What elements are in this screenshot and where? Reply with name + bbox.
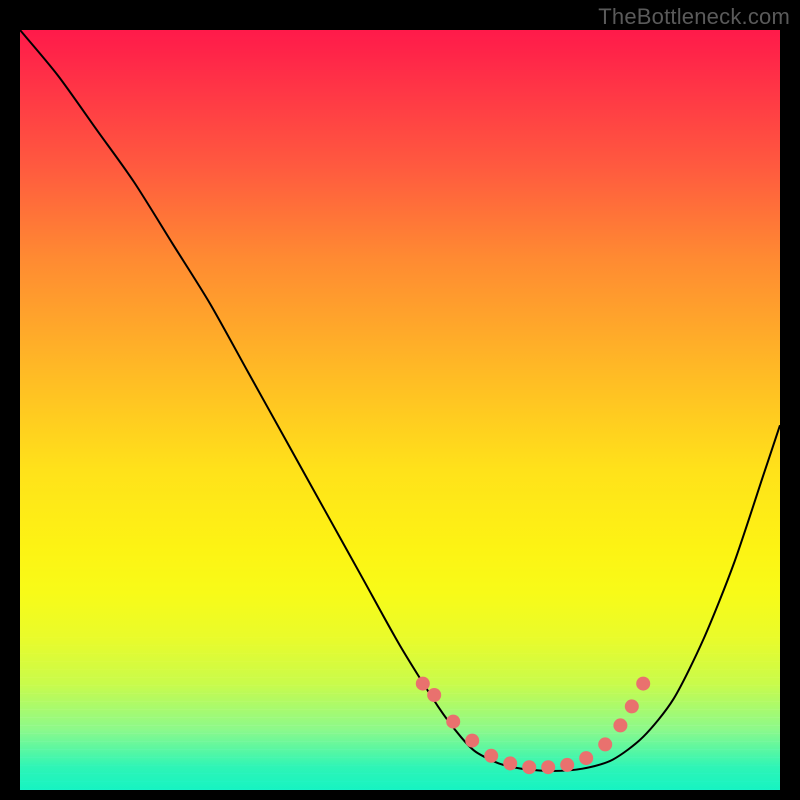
bottleneck-curve (20, 30, 780, 771)
chart-frame: TheBottleneck.com (0, 0, 800, 800)
plot-area (20, 30, 780, 790)
highlight-dot (416, 677, 430, 691)
watermark-text: TheBottleneck.com (598, 4, 790, 30)
highlight-dot (541, 760, 555, 774)
highlight-dot (579, 751, 593, 765)
highlight-dot-group (416, 677, 650, 775)
highlight-dot (522, 760, 536, 774)
highlight-dot (636, 677, 650, 691)
highlight-dot (465, 734, 479, 748)
highlight-dot (598, 737, 612, 751)
highlight-dot (625, 699, 639, 713)
highlight-dot (613, 718, 627, 732)
highlight-dot (560, 758, 574, 772)
highlight-dot (427, 688, 441, 702)
highlight-dot (503, 756, 517, 770)
curve-svg (20, 30, 780, 790)
highlight-dot (484, 749, 498, 763)
highlight-dot (446, 715, 460, 729)
